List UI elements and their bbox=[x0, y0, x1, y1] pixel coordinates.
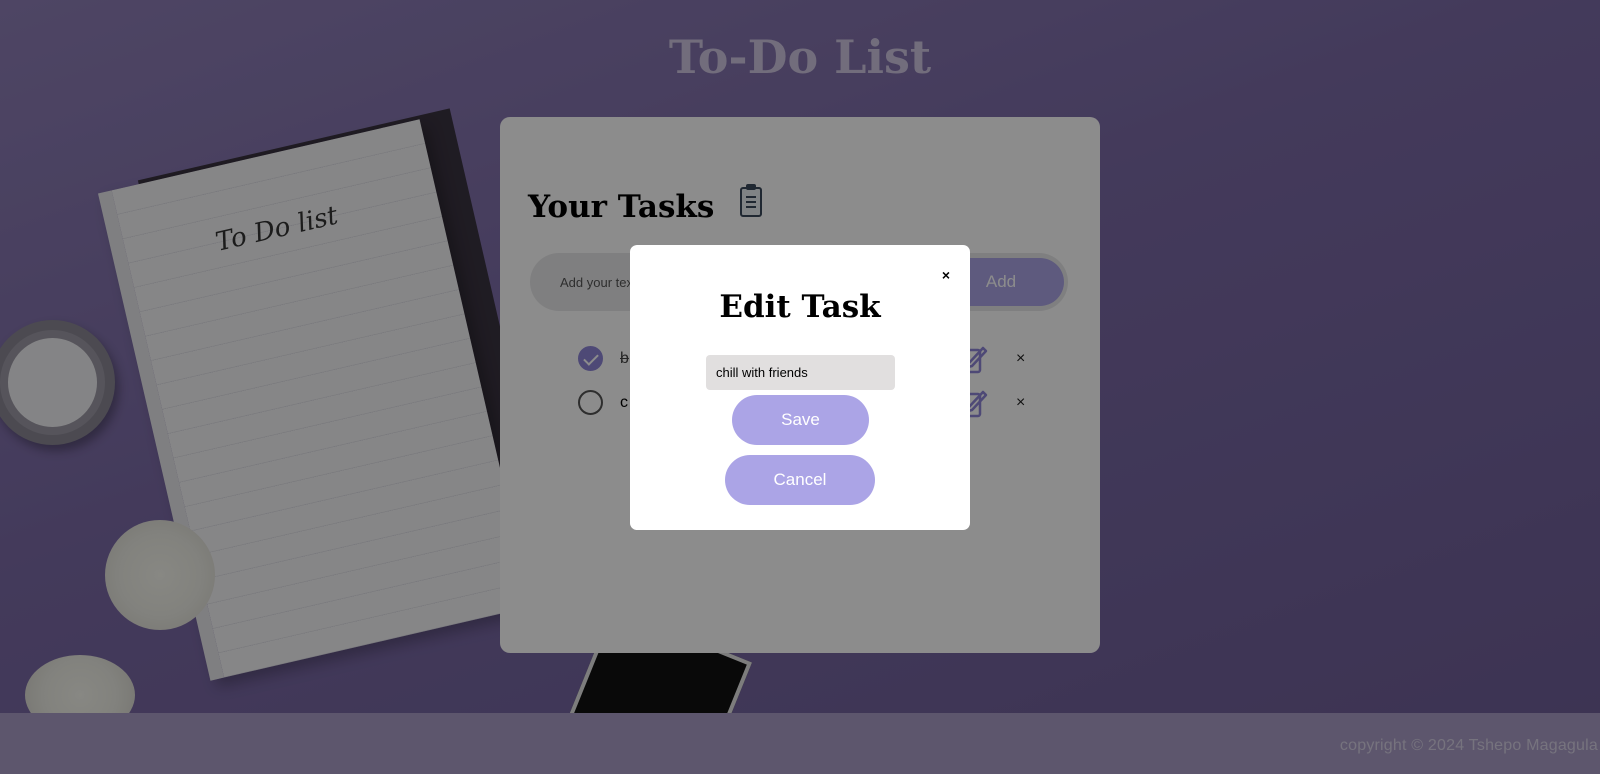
save-button[interactable]: Save bbox=[732, 395, 869, 445]
close-icon[interactable]: × bbox=[942, 267, 950, 283]
modal-title: Edit Task bbox=[719, 289, 881, 325]
edit-task-input[interactable] bbox=[706, 355, 895, 390]
cancel-button[interactable]: Cancel bbox=[725, 455, 875, 505]
edit-task-modal: × Edit Task Save Cancel bbox=[630, 245, 970, 530]
